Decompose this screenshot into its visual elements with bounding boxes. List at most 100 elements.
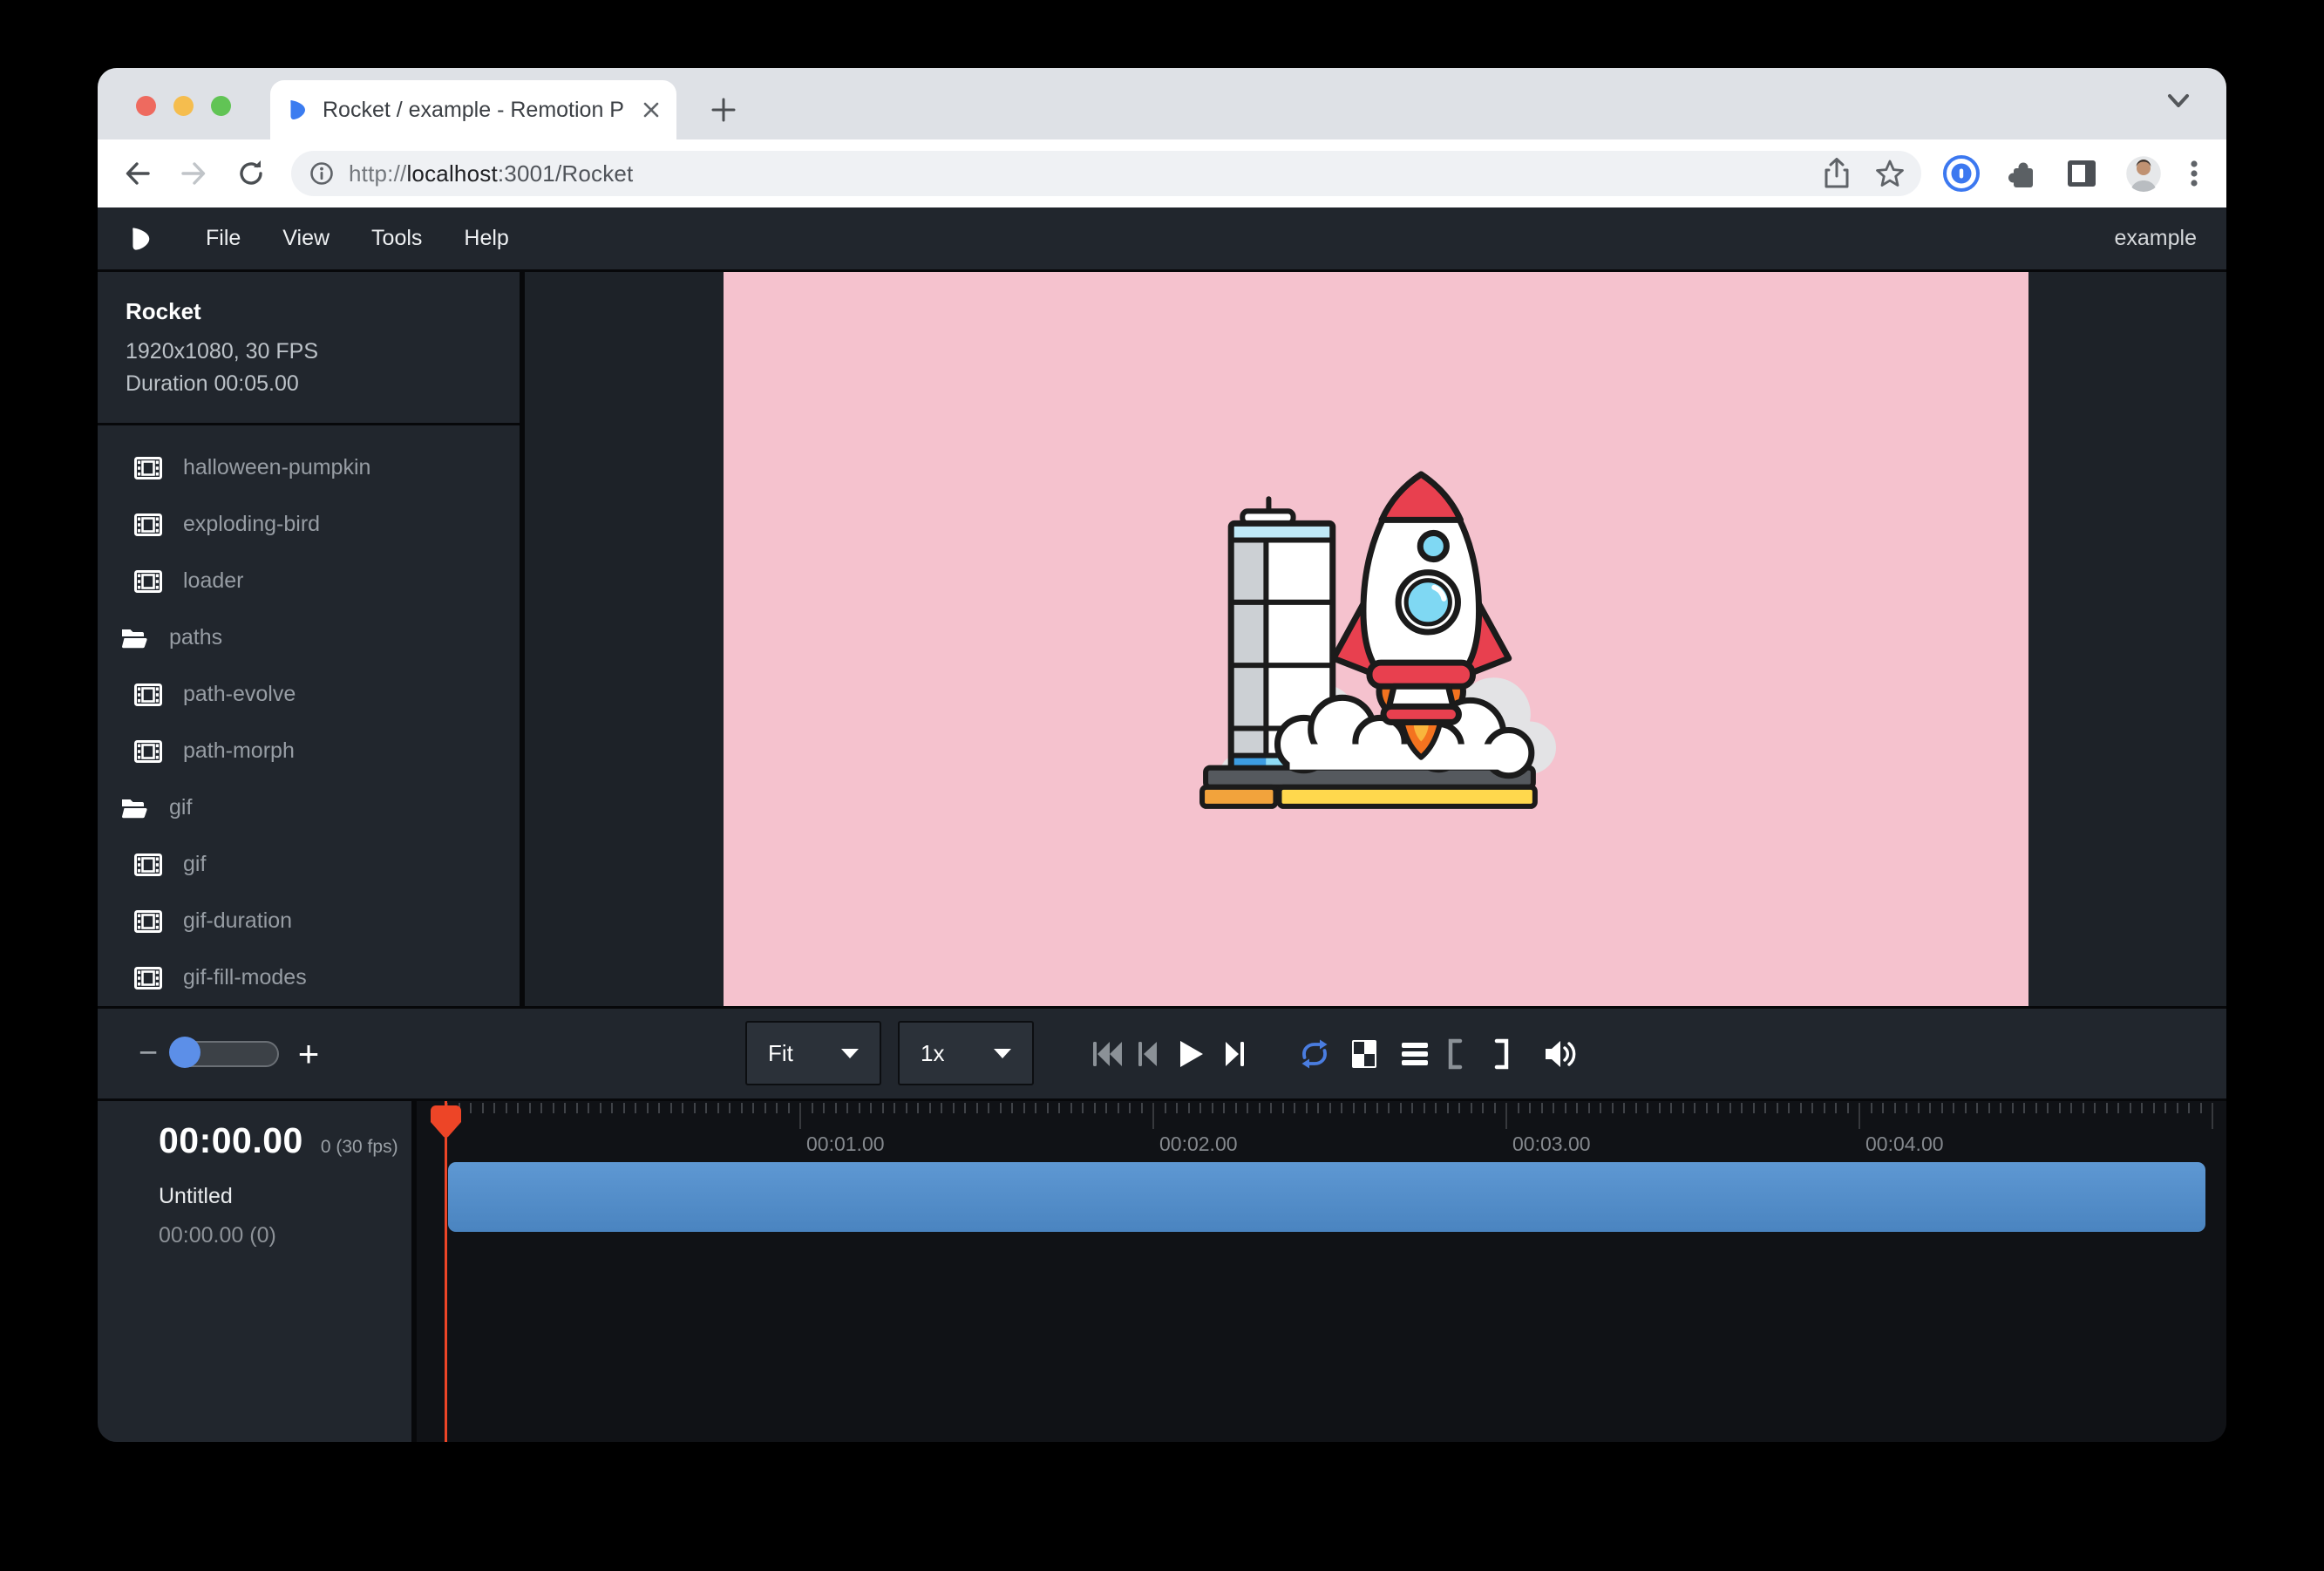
remotion-logo-icon[interactable] bbox=[127, 225, 153, 253]
sidebar-item-path-morph[interactable]: path-morph bbox=[98, 723, 520, 779]
tab-search-chevron-icon[interactable] bbox=[2165, 92, 2191, 116]
timeline-track-bar[interactable] bbox=[448, 1162, 2205, 1232]
extensions-puzzle-icon[interactable] bbox=[2005, 156, 2040, 191]
ruler-frame-tick bbox=[1129, 1103, 1131, 1113]
film-icon bbox=[134, 457, 164, 479]
ruler-frame-tick bbox=[517, 1103, 519, 1113]
tab-close-icon[interactable] bbox=[642, 100, 661, 119]
current-time: 00:00.00 bbox=[159, 1120, 303, 1161]
close-window-button[interactable] bbox=[136, 96, 156, 116]
timeline-info-panel: 00:00.00 0 (30 fps) Untitled 00:00.00 (0… bbox=[98, 1101, 417, 1442]
ruler-frame-tick bbox=[729, 1103, 730, 1113]
playback-speed-select[interactable]: 1x bbox=[898, 1021, 1034, 1085]
browser-toolbar: http://localhost:3001/Rocket bbox=[98, 139, 2226, 207]
out-point-bracket-button[interactable] bbox=[1494, 1009, 1510, 1098]
sidebar-item-halloween-pumpkin[interactable]: halloween-pumpkin bbox=[98, 439, 520, 496]
sidebar-item-loader[interactable]: loader bbox=[98, 553, 520, 609]
menu-help[interactable]: Help bbox=[443, 226, 529, 251]
in-point-bracket-button[interactable] bbox=[1447, 1009, 1463, 1098]
remotion-favicon-icon bbox=[286, 98, 309, 122]
film-icon bbox=[134, 683, 164, 706]
ruler-frame-tick bbox=[2094, 1103, 2096, 1113]
ruler-frame-tick bbox=[1341, 1103, 1342, 1113]
ruler-frame-tick bbox=[670, 1103, 672, 1113]
ruler-frame-tick bbox=[1306, 1103, 1308, 1113]
browser-tab[interactable]: Rocket / example - Remotion P bbox=[270, 80, 676, 139]
sidebar-folder-paths[interactable]: paths bbox=[98, 609, 520, 666]
back-button[interactable] bbox=[120, 156, 155, 191]
ruler-frame-tick bbox=[1764, 1103, 1766, 1113]
menu-view[interactable]: View bbox=[262, 226, 350, 251]
bookmark-star-icon[interactable] bbox=[1874, 158, 1906, 189]
sidebar-item-path-evolve[interactable]: path-evolve bbox=[98, 666, 520, 723]
ruler-frame-tick bbox=[1965, 1103, 1967, 1113]
zoom-in-button[interactable]: + bbox=[284, 1033, 333, 1075]
ruler-frame-tick bbox=[788, 1103, 790, 1113]
timeline-tracks-area[interactable]: 00:01.0000:02.0000:03.0000:04.00 bbox=[417, 1101, 2226, 1442]
timeline-rows-button[interactable] bbox=[1400, 1009, 1430, 1098]
menu-tools[interactable]: Tools bbox=[350, 226, 443, 251]
ruler-frame-tick bbox=[859, 1103, 860, 1113]
new-tab-button[interactable] bbox=[697, 84, 750, 136]
ruler-frame-tick bbox=[1576, 1103, 1578, 1113]
next-frame-button[interactable] bbox=[1224, 1009, 1247, 1098]
timeline: 00:00.00 0 (30 fps) Untitled 00:00.00 (0… bbox=[98, 1098, 2226, 1442]
menu-file[interactable]: File bbox=[185, 226, 262, 251]
site-info-icon[interactable] bbox=[309, 160, 335, 187]
password-manager-icon[interactable] bbox=[1942, 154, 1981, 193]
ruler-frame-tick bbox=[988, 1103, 989, 1113]
ruler-frame-tick bbox=[493, 1103, 495, 1113]
fullscreen-window-button[interactable] bbox=[211, 96, 231, 116]
ruler-frame-tick bbox=[1717, 1103, 1719, 1113]
sidebar-folder-gif[interactable]: gif bbox=[98, 779, 520, 836]
sidebar-item-exploding-bird[interactable]: exploding-bird bbox=[98, 496, 520, 553]
reload-button[interactable] bbox=[234, 156, 268, 191]
film-icon bbox=[134, 854, 164, 876]
ruler-frame-tick bbox=[1953, 1103, 1954, 1113]
ruler-frame-tick bbox=[1000, 1103, 1002, 1113]
zoom-out-button[interactable]: − bbox=[129, 1035, 167, 1072]
playhead-line[interactable] bbox=[445, 1101, 447, 1442]
previous-frame-button[interactable] bbox=[1136, 1009, 1159, 1098]
ruler-frame-tick bbox=[658, 1103, 660, 1113]
ruler-frame-tick bbox=[882, 1103, 884, 1113]
browser-menu-kebab-icon[interactable] bbox=[2188, 156, 2200, 191]
zoom-slider[interactable] bbox=[173, 1041, 279, 1067]
ruler-label: 00:02.00 bbox=[1159, 1132, 1238, 1156]
composition-label: gif bbox=[183, 852, 206, 877]
ruler-frame-tick bbox=[941, 1103, 942, 1113]
ruler-frame-tick bbox=[1871, 1103, 1872, 1113]
ruler-frame-tick bbox=[1199, 1103, 1201, 1113]
play-button[interactable] bbox=[1177, 1009, 1205, 1098]
ruler-frame-tick bbox=[1541, 1103, 1543, 1113]
ruler-frame-tick bbox=[1588, 1103, 1590, 1113]
canvas-size-select[interactable]: Fit bbox=[745, 1021, 881, 1085]
profile-avatar[interactable] bbox=[2124, 153, 2164, 194]
ruler-frame-tick bbox=[964, 1103, 966, 1113]
loop-toggle-button[interactable] bbox=[1297, 1009, 1332, 1098]
url-text: http://localhost:3001/Rocket bbox=[349, 160, 633, 187]
sidebar-item-gif-fill-modes[interactable]: gif-fill-modes bbox=[98, 949, 520, 1006]
minimize-window-button[interactable] bbox=[173, 96, 194, 116]
sidebar-item-gif[interactable]: gif bbox=[98, 836, 520, 893]
volume-button[interactable] bbox=[1543, 1009, 1581, 1098]
zoom-slider-thumb[interactable] bbox=[169, 1037, 200, 1068]
skip-to-start-button[interactable] bbox=[1091, 1009, 1125, 1098]
playhead-marker[interactable] bbox=[430, 1105, 462, 1147]
ruler-frame-tick bbox=[929, 1103, 931, 1113]
ruler-frame-tick bbox=[1294, 1103, 1295, 1113]
composition-duration: Duration 00:05.00 bbox=[126, 368, 520, 400]
share-icon[interactable] bbox=[1822, 157, 1852, 190]
composition-name: Rocket bbox=[126, 298, 520, 325]
ruler-frame-tick bbox=[741, 1103, 743, 1113]
forward-button[interactable] bbox=[176, 156, 211, 191]
ruler-frame-tick bbox=[1777, 1103, 1778, 1113]
ruler-frame-tick bbox=[2083, 1103, 2084, 1113]
address-bar[interactable]: http://localhost:3001/Rocket bbox=[291, 151, 1921, 196]
ruler-frame-tick bbox=[2153, 1103, 2155, 1113]
sidebar-extension-icon[interactable] bbox=[2064, 156, 2099, 191]
zoom-control: − + bbox=[129, 1009, 333, 1098]
video-canvas[interactable] bbox=[724, 272, 2028, 1006]
sidebar-item-gif-duration[interactable]: gif-duration bbox=[98, 893, 520, 949]
transparency-checkerboard-button[interactable] bbox=[1350, 1009, 1378, 1098]
